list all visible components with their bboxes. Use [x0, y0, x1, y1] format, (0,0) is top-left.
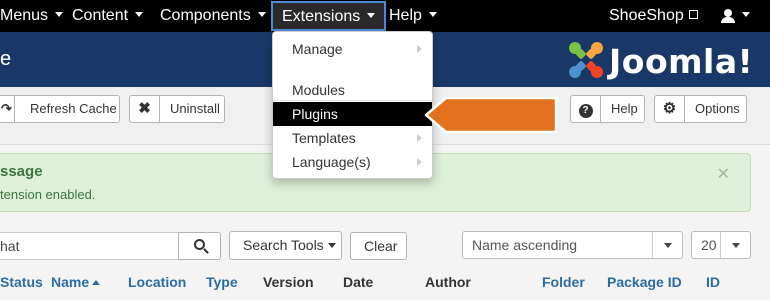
uninstall-label: Uninstall [170, 101, 220, 116]
column-type[interactable]: Type [206, 274, 238, 290]
menu-item-templates-label: Templates [292, 130, 356, 146]
nav-extensions-label: Extensions [282, 8, 361, 25]
menu-item-manage-label: Manage [292, 41, 343, 57]
chevron-down-icon [135, 12, 144, 18]
column-package-id[interactable]: Package ID [607, 274, 682, 290]
clear-button[interactable]: Clear [350, 232, 407, 260]
nav-content-label: Content [72, 7, 129, 24]
nav-extensions[interactable]: Extensions [271, 1, 387, 31]
logo-text: Joomla! [609, 42, 754, 81]
search-tools-label: Search Tools [243, 237, 324, 253]
arrow-callout-icon [424, 96, 558, 134]
chevron-down-icon [328, 243, 336, 248]
nav-help-label: Help [389, 7, 422, 24]
chevron-down-icon [428, 12, 437, 18]
close-icon: ✖ [130, 96, 160, 122]
question-icon: ? [571, 96, 601, 122]
help-button[interactable]: ? Help [570, 95, 645, 123]
menu-item-templates[interactable]: Templates [273, 126, 432, 150]
menu-item-plugins-label: Plugins [292, 106, 338, 122]
gear-icon: ⚙ [655, 96, 685, 122]
search-tools-button[interactable]: Search Tools [229, 231, 342, 260]
menu-item-plugins[interactable]: Plugins [273, 102, 432, 126]
column-name[interactable]: Name [51, 274, 101, 290]
nav-components[interactable]: Components [160, 0, 266, 32]
nav-user-menu[interactable] [721, 0, 750, 32]
uninstall-button[interactable]: ✖ Uninstall [129, 95, 225, 123]
chevron-down-icon [257, 12, 266, 18]
chevron-down-icon [732, 243, 740, 248]
sort-select-value: Name ascending [472, 237, 578, 253]
joomla-logo: Joomla! [565, 38, 753, 82]
message-text: tension enabled. [0, 187, 96, 202]
search-button[interactable] [178, 232, 221, 260]
sort-select-arrow-box [652, 232, 682, 258]
column-version: Version [263, 274, 314, 290]
nav-help[interactable]: Help [389, 0, 437, 32]
options-button[interactable]: ⚙ Options [654, 95, 747, 123]
limit-select-value: 20 [701, 237, 717, 253]
chevron-right-icon [417, 45, 422, 53]
column-date: Date [343, 274, 374, 290]
column-name-label: Name [51, 274, 90, 290]
options-label: Options [695, 101, 740, 116]
column-folder[interactable]: Folder [542, 274, 585, 290]
menu-item-languages-label: Language(s) [292, 154, 371, 170]
sort-ascending-icon [92, 280, 101, 285]
limit-select-arrow-box [720, 232, 750, 258]
chevron-right-icon [417, 158, 422, 166]
menu-item-modules[interactable]: Modules [273, 78, 432, 102]
top-navbar: Menus Content Components Extensions Help… [0, 0, 770, 32]
chevron-down-icon [742, 12, 750, 18]
chevron-down-icon [367, 13, 376, 19]
help-label: Help [611, 101, 638, 116]
chevron-right-icon [417, 134, 422, 142]
nav-content[interactable]: Content [72, 0, 144, 32]
nav-components-label: Components [160, 7, 251, 24]
chevron-down-icon [55, 12, 64, 18]
column-status[interactable]: Status [0, 274, 43, 290]
close-icon[interactable]: ✕ [717, 164, 730, 184]
search-icon-handle [203, 248, 209, 254]
chevron-down-icon [664, 243, 672, 248]
message-title: ssage [0, 163, 43, 180]
site-name: ShoeShop [609, 7, 684, 24]
menu-item-manage[interactable]: Manage [273, 37, 432, 61]
column-location[interactable]: Location [128, 274, 186, 290]
nav-site-link[interactable]: ShoeShop [609, 0, 698, 32]
column-id[interactable]: ID [706, 274, 720, 290]
refresh-icon: ↷ [0, 96, 15, 122]
search-input[interactable]: hat [0, 232, 179, 260]
clear-label: Clear [364, 238, 398, 254]
external-link-icon [688, 10, 698, 19]
joomla-logo-icon [569, 42, 603, 78]
menu-item-modules-label: Modules [292, 82, 345, 98]
limit-select[interactable]: 20 [691, 231, 751, 259]
refresh-cache-button[interactable]: ↷ Refresh Cache [0, 95, 120, 123]
nav-menus[interactable]: Menus [0, 0, 64, 32]
sort-select[interactable]: Name ascending [462, 231, 683, 259]
nav-menus-label: Menus [0, 7, 49, 24]
user-icon [721, 8, 735, 23]
page-title: e [0, 48, 12, 70]
column-author: Author [425, 274, 471, 290]
refresh-cache-label: Refresh Cache [30, 101, 117, 116]
menu-item-languages[interactable]: Language(s) [273, 150, 432, 174]
extensions-dropdown: Manage Modules Plugins Templates Languag… [272, 31, 433, 179]
search-input-value: hat [0, 238, 20, 254]
